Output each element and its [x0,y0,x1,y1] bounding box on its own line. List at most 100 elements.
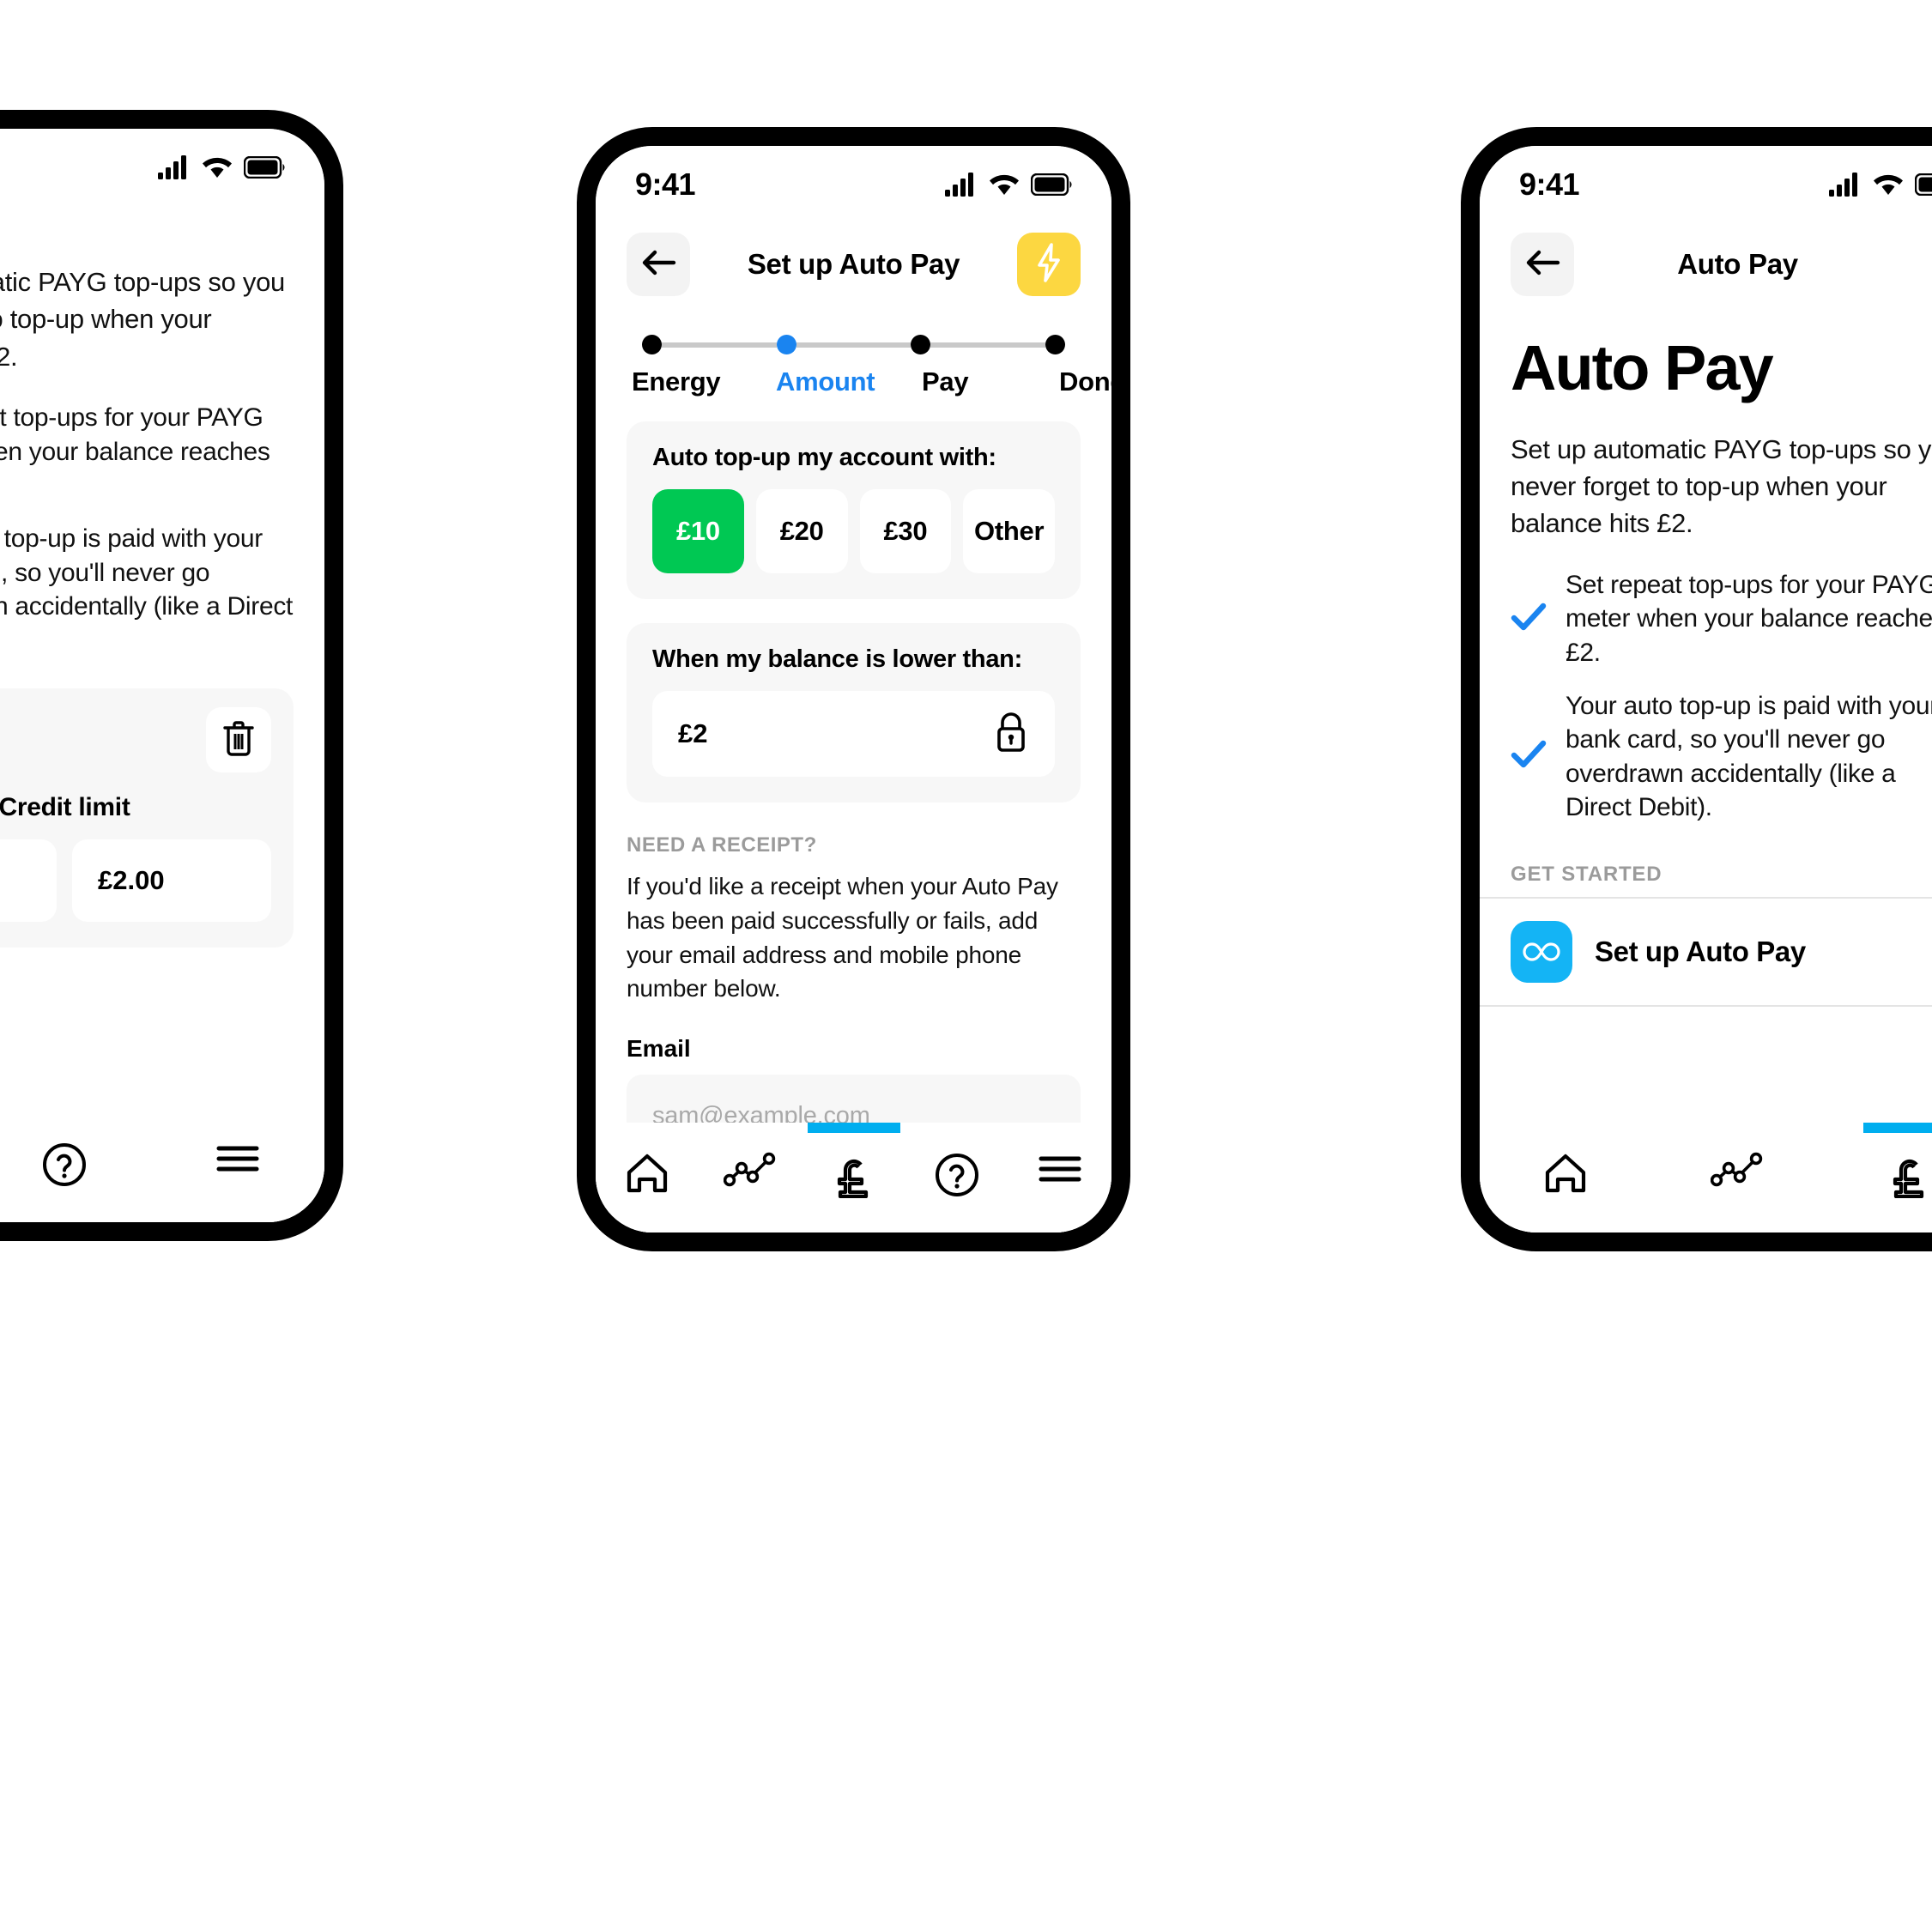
balance-threshold-card: When my balance is lower than: £2 [627,623,1081,802]
tab-home[interactable] [596,1123,699,1232]
lock-icon [993,711,1029,758]
get-started-row[interactable]: Set up Auto Pay [1480,897,1932,1008]
list-item: Your auto top-up is paid with your bank … [1511,689,1932,825]
status-bar-middle: 9:41 [596,146,1111,208]
phone-screen-middle: 9:41 Set up Auto Pay Energy Amount Pay D… [596,146,1111,1232]
step-label-energy: Energy [632,366,721,397]
list-item: Set repeat top-ups for your PAYG meter w… [1511,568,1932,670]
tab-home[interactable] [1480,1123,1651,1232]
active-tab-indicator [807,1123,900,1133]
status-indicators [1829,173,1932,197]
list-item-label: Set repeat top-ups for your PAYG meter w… [0,403,270,466]
back-button[interactable] [627,233,690,296]
amount-option-other[interactable]: Other [963,489,1055,573]
status-bar-left: 9:41 [0,129,324,191]
step-dot-amount[interactable] [776,335,796,354]
help-icon [41,1142,88,1188]
nav-header-right: Auto Pay [1480,208,1932,297]
credit-limit-field-a[interactable] [0,839,57,923]
trash-icon [221,719,256,761]
receipt-body: If you'd like a receipt when your Auto P… [627,873,1058,1002]
tab-menu[interactable] [151,1112,324,1222]
step-label-pay: Pay [922,366,969,397]
status-time: 9:41 [635,167,696,202]
wifi-icon [1872,173,1905,197]
step-dot-energy[interactable] [642,335,662,354]
balance-threshold-input[interactable]: £2 [652,691,1055,777]
home-icon [624,1152,670,1195]
usage-graph-icon [1711,1152,1764,1188]
status-indicators [158,155,285,179]
get-started-label: Set up Auto Pay [1595,936,1806,968]
energy-action-button[interactable] [1017,233,1081,296]
credit-limit-card: Credit limit £2.00 [0,688,294,948]
status-indicators [945,173,1072,197]
phone-screen-left: 9:41 Auto Pay Set up automatic PAYG top-… [0,129,324,1222]
tab-help[interactable] [0,1112,151,1222]
hero-title: Auto Pay [1511,332,1774,403]
benefit-list-right: Set repeat top-ups for your PAYG meter w… [1480,542,1932,825]
list-item-label: Your auto top-up is paid with your bank … [1566,691,1932,822]
page-title-left: Auto Pay [0,191,324,234]
cellular-signal-icon [1829,173,1862,197]
cellular-signal-icon [945,173,978,197]
get-started-kicker: GET STARTED [1511,863,1662,887]
stepper-labels: Energy Amount Pay Done [632,366,1111,397]
status-time: 9:41 [1519,167,1580,202]
phone-frame-right: 9:41 Auto Pay Auto Pay Set up automatic … [1461,127,1932,1251]
receipt-kicker: NEED A RECEIPT? [627,833,817,857]
check-icon [1511,739,1547,774]
battery-icon [1915,173,1932,196]
help-icon [934,1152,980,1198]
arrow-left-icon [639,248,677,282]
home-icon [1542,1152,1589,1195]
usage-graph-icon [724,1152,777,1188]
wifi-icon [988,173,1021,197]
benefit-list-left: Set repeat top-ups for your PAYG meter w… [0,375,324,657]
active-tab-indicator [1862,1123,1932,1133]
tab-pound[interactable] [802,1123,905,1232]
credit-limit-fields: £2.00 [0,839,271,923]
back-button[interactable] [1511,233,1574,296]
check-icon [1511,602,1547,637]
credit-limit-value[interactable]: £2.00 [72,839,271,923]
tab-bar-left [0,1112,324,1222]
credit-limit-label: Credit limit [0,793,130,822]
menu-icon [1037,1152,1083,1186]
phone-frame-middle: 9:41 Set up Auto Pay Energy Amount Pay D… [577,127,1130,1251]
tab-help[interactable] [905,1123,1008,1232]
list-item-label: Your auto top-up is paid with your bank … [0,524,294,621]
phone-frame-left: 9:41 Auto Pay Set up automatic PAYG top-… [0,110,343,1241]
nav-header-middle: Set up Auto Pay [596,208,1111,297]
amount-option-30[interactable]: £30 [859,489,952,573]
balance-threshold-value: £2 [678,718,708,748]
list-item: Your auto top-up is paid with your bank … [0,522,294,657]
tab-pound[interactable] [1824,1123,1932,1232]
delete-button[interactable] [206,707,271,773]
step-dot-done[interactable] [1045,335,1066,354]
phone-screen-right: 9:41 Auto Pay Auto Pay Set up automatic … [1480,146,1932,1232]
pound-icon [833,1152,875,1198]
amount-option-20[interactable]: £20 [755,489,848,573]
arrow-left-icon [1523,248,1561,282]
tab-usage[interactable] [699,1123,802,1232]
progress-stepper: Energy Amount Pay Done [596,297,1111,397]
status-bar-right: 9:41 [1480,146,1932,208]
topup-amount-card: Auto top-up my account with: £10 £20 £30… [627,421,1081,599]
screenshot-canvas: 9:41 Auto Pay Set up automatic PAYG top-… [0,0,1932,1932]
step-line [930,342,1046,348]
topup-amount-options: £10 £20 £30 Other [652,489,1055,573]
amount-option-10[interactable]: £10 [652,489,744,573]
step-dot-pay[interactable] [911,335,931,354]
step-line [796,342,911,348]
list-item: Set repeat top-ups for your PAYG meter w… [0,401,294,503]
tab-menu[interactable] [1008,1123,1111,1232]
list-item-label: Set repeat top-ups for your PAYG meter w… [1566,570,1932,668]
infinity-icon [1511,921,1572,984]
step-label-done: Done [1059,366,1111,397]
cellular-signal-icon [158,155,191,179]
wifi-icon [201,155,233,179]
step-label-amount: Amount [776,366,875,397]
tab-usage[interactable] [1651,1123,1823,1232]
battery-icon [244,156,285,179]
